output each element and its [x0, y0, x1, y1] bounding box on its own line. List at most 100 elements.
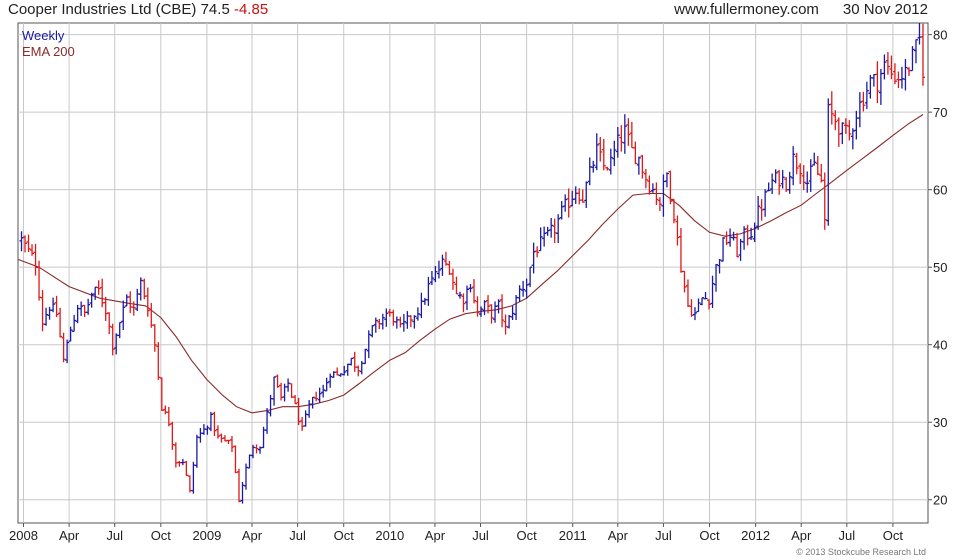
price-bar: [387, 308, 392, 317]
price-bar: [787, 171, 792, 194]
price-bar: [282, 383, 287, 402]
price-bar: [647, 175, 652, 195]
x-tick-label: Jul: [839, 528, 856, 543]
price-bar: [58, 307, 63, 338]
price-bar: [556, 214, 561, 244]
price-bar: [913, 39, 918, 64]
price-bar: [657, 197, 662, 211]
price-bar: [107, 312, 112, 335]
price-bar: [342, 365, 347, 376]
price-bar: [472, 279, 477, 304]
y-axis: 20 30 40 50 60 70 80: [928, 28, 947, 508]
x-tick-label: Apr: [791, 528, 812, 543]
price-bar: [868, 74, 873, 99]
price-bar: [700, 297, 705, 306]
price-bar: [149, 302, 154, 328]
price-bar: [135, 288, 140, 311]
price-bar: [601, 138, 606, 171]
x-tick-label: Jul: [655, 528, 672, 543]
price-bar: [447, 260, 452, 275]
y-gridlines: [18, 34, 928, 501]
price-bar: [440, 254, 445, 276]
price-bar: [338, 373, 343, 377]
price-bar: [675, 215, 680, 246]
price-bar: [629, 121, 634, 149]
price-bar: [559, 201, 564, 220]
price-bar: [910, 46, 915, 72]
price-bar: [777, 170, 782, 195]
x-tick-label: Apr: [425, 528, 446, 543]
price-bar: [19, 231, 24, 252]
price-bar: [215, 425, 220, 439]
price-bar: [773, 169, 778, 184]
price-bar: [394, 316, 399, 329]
price-bar: [493, 301, 498, 323]
price-bar: [86, 298, 91, 315]
x-tick-label: Jul: [106, 528, 123, 543]
price-bar: [524, 278, 529, 299]
price-bar: [244, 463, 249, 490]
price-bar: [510, 305, 515, 320]
price-bar: [892, 63, 897, 85]
x-tick-label: Oct: [883, 528, 904, 543]
legend-weekly: Weekly: [22, 28, 65, 43]
price-bar: [710, 275, 715, 309]
price-bar: [633, 141, 638, 165]
price-bar: [254, 444, 259, 454]
price-bar: [44, 307, 49, 326]
price-bar: [503, 314, 508, 335]
price-bar: [436, 260, 441, 279]
price-bar: [279, 382, 284, 401]
y-tick-label: 30: [933, 415, 947, 430]
price-bar: [422, 297, 427, 305]
price-bar: [707, 299, 712, 310]
price-bar: [345, 363, 350, 376]
price-bar: [51, 297, 56, 313]
price-bar: [822, 172, 827, 230]
price-bar: [742, 226, 747, 250]
price-bar: [75, 304, 80, 324]
price-bar: [275, 374, 280, 388]
price-bar: [236, 468, 241, 503]
price-bar: [331, 371, 336, 378]
price-bar: [72, 314, 77, 333]
price-bar: [661, 174, 666, 217]
price-bar: [794, 153, 799, 175]
price-bar: [233, 445, 238, 474]
price-bar: [735, 232, 740, 258]
price-bar: [615, 127, 620, 158]
price-bar: [738, 238, 743, 261]
price-bar: [240, 481, 245, 504]
price-bar: [450, 268, 455, 290]
price-bar: [763, 189, 768, 217]
price-bar: [454, 276, 459, 295]
price-bar: [384, 308, 389, 327]
price-bar: [303, 410, 308, 427]
price-bar: [815, 156, 820, 176]
price-bar: [801, 165, 806, 191]
price-bar: [121, 300, 126, 330]
price-bar: [640, 154, 645, 179]
price-bar: [745, 224, 750, 246]
price-bar: [650, 183, 655, 193]
price-bar: [917, 23, 922, 45]
price-bar: [570, 190, 575, 207]
price-bar: [363, 348, 368, 365]
price-bar: [152, 324, 157, 352]
price-bar: [714, 264, 719, 292]
price-bar: [896, 71, 901, 89]
price-bar: [882, 54, 887, 80]
price-bar: [300, 416, 305, 431]
price-bar: [854, 110, 859, 140]
price-bar: [349, 357, 354, 366]
price-bar: [258, 446, 263, 454]
price-bar: [359, 360, 364, 375]
x-tick-label: 2009: [192, 528, 221, 543]
price-bar: [612, 140, 617, 167]
price-bar: [721, 237, 726, 262]
price-bar: [584, 181, 589, 208]
price-bar: [156, 342, 161, 380]
price-bar: [314, 391, 319, 402]
price-chart: 20 30 40 50 60 70 80 2008 Apr Jul Oct 2009 Apr Jul Oc…: [9, 22, 947, 557]
price-bar: [173, 442, 178, 468]
